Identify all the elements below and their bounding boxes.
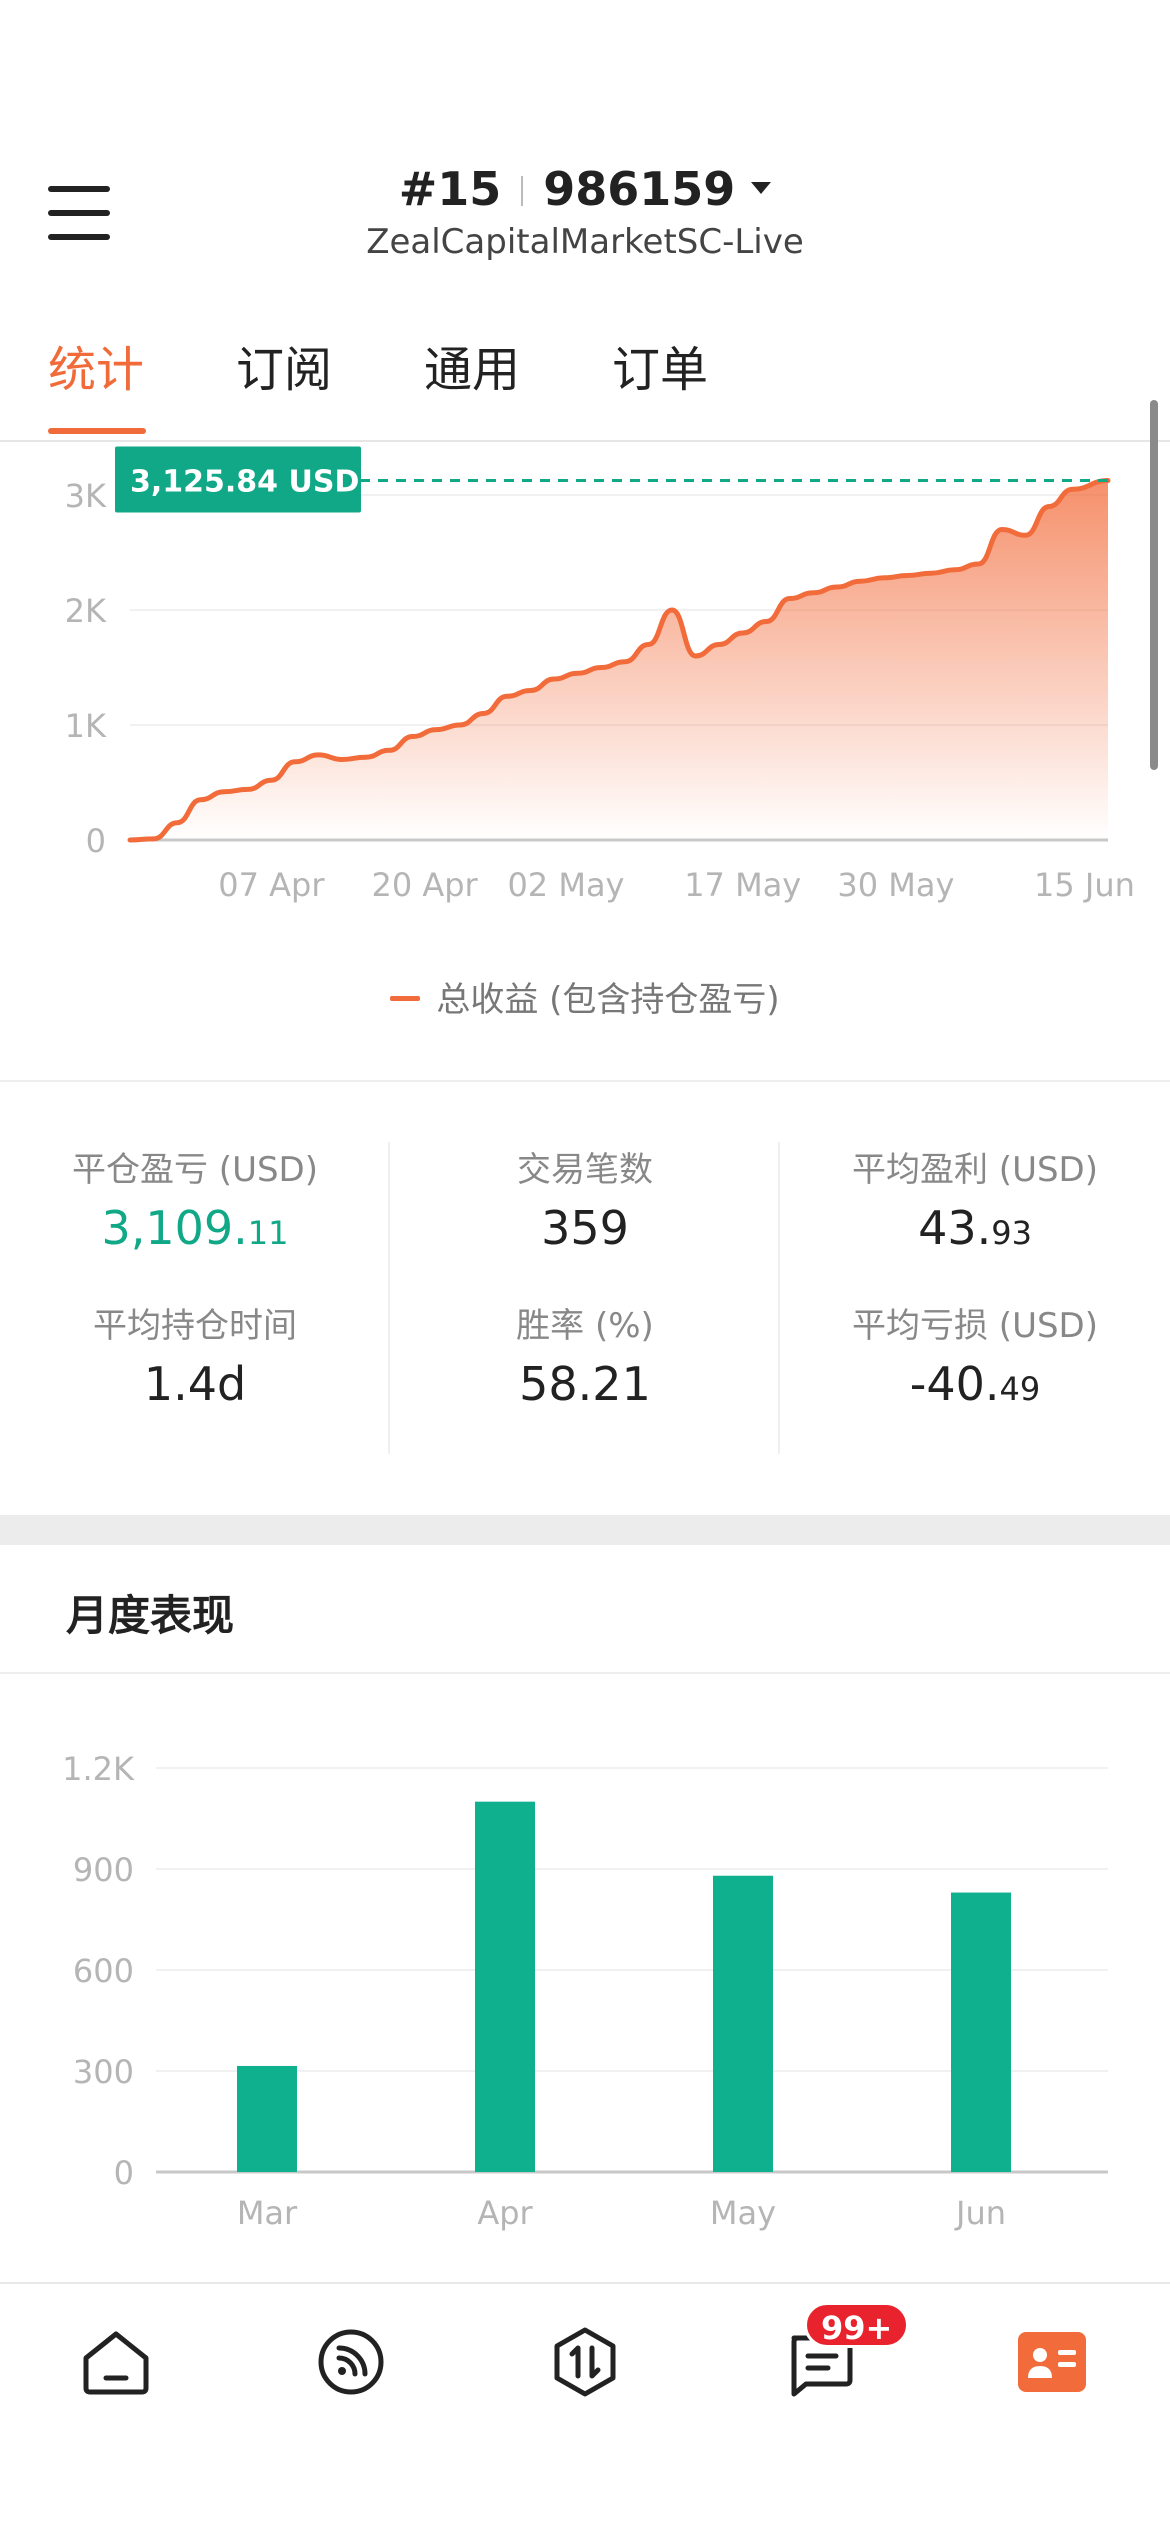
monthly-bar-chart: 0 300 600 900 1.2K Mar Apr May Jun <box>62 1750 1108 2232</box>
y-tick-label: 2K <box>65 592 107 630</box>
stat-label: 平仓盈亏 (USD) <box>72 1150 318 1190</box>
server-name: ZealCapitalMarketSC-Live <box>366 222 804 262</box>
account-selector[interactable]: #15 986159 <box>0 162 1170 216</box>
stat-avg-hold-time: 平均持仓时间 1.4d <box>0 1298 390 1411</box>
stat-closed-pnl: 平仓盈亏 (USD) 3,109.11 <box>0 1142 390 1255</box>
stat-value: 1.4d <box>143 1357 247 1411</box>
current-value-label: 3,125.84 USD <box>130 465 359 500</box>
account-number: #15 <box>398 162 502 216</box>
home-icon[interactable] <box>76 2322 156 2402</box>
stat-avg-loss: 平均亏损 (USD) -40.49 <box>780 1298 1170 1411</box>
y-tick-label: 300 <box>73 2053 134 2091</box>
bar-may <box>713 1875 773 2172</box>
active-tab-indicator <box>48 428 146 434</box>
y-tick-label: 1K <box>65 707 107 745</box>
y-tick-label: 1.2K <box>62 1750 135 1788</box>
legend-swatch <box>390 996 421 1001</box>
x-tick-label: 20 Apr <box>371 866 478 904</box>
y-tick-label: 0 <box>86 822 106 860</box>
x-tick-label: May <box>710 2194 776 2232</box>
bottom-nav <box>0 2282 1170 2532</box>
account-separator <box>521 175 524 206</box>
x-tick-label: 30 May <box>837 866 954 904</box>
monthly-title: 月度表现 <box>66 1591 235 1640</box>
x-tick-label: Jun <box>954 2194 1006 2232</box>
bar-mar <box>237 2065 297 2172</box>
section-separator <box>0 1515 1170 1545</box>
caret-down-icon <box>751 181 772 194</box>
stat-value: 3,109.11 <box>101 1201 289 1255</box>
login-id: 986159 <box>543 162 736 216</box>
legend-label: 总收益 (包含持仓盈亏) <box>436 980 780 1020</box>
stat-label: 平均持仓时间 <box>93 1306 297 1346</box>
stat-win-rate: 胜率 (%) 58.21 <box>390 1298 780 1411</box>
stat-label: 交易笔数 <box>517 1150 653 1190</box>
y-tick-label: 900 <box>73 1851 134 1889</box>
x-tick-label: 17 May <box>684 866 801 904</box>
stat-trade-count: 交易笔数 359 <box>390 1142 780 1255</box>
bar-apr <box>475 1801 535 2172</box>
section-divider <box>0 1672 1170 1674</box>
stats-divider <box>778 1142 780 1454</box>
tab-bar: 统计 订阅 通用 订单 <box>0 290 1170 442</box>
x-tick-label: Apr <box>477 2194 533 2232</box>
stats-divider <box>388 1142 390 1454</box>
stat-value: -40.49 <box>909 1357 1041 1411</box>
section-divider <box>0 1080 1170 1082</box>
stat-value: 58.21 <box>519 1357 651 1411</box>
y-tick-label: 0 <box>114 2154 134 2192</box>
chart-legend: 总收益 (包含持仓盈亏) <box>0 972 1170 1021</box>
x-tick-label: 07 Apr <box>218 866 325 904</box>
stat-label: 平均亏损 (USD) <box>852 1306 1098 1346</box>
profile-card-icon[interactable] <box>1012 2322 1092 2402</box>
unread-badge: 99+ <box>804 2302 910 2348</box>
bar-jun <box>951 1892 1011 2172</box>
x-tick-label: Mar <box>237 2194 298 2232</box>
tab-subscribe[interactable]: 订阅 <box>236 330 332 400</box>
tab-orders[interactable]: 订单 <box>612 330 708 400</box>
stat-value: 43.93 <box>918 1201 1032 1255</box>
tab-statistics[interactable]: 统计 <box>48 330 144 400</box>
x-tick-label: 15 Jun <box>1034 866 1135 904</box>
trade-icon[interactable] <box>545 2322 625 2402</box>
x-tick-label: 02 May <box>507 866 624 904</box>
app-header: #15 986159 ZealCapitalMarketSC-Live <box>0 0 1170 290</box>
stat-label: 胜率 (%) <box>516 1306 654 1346</box>
stat-avg-profit: 平均盈利 (USD) 43.93 <box>780 1142 1170 1255</box>
y-tick-label: 600 <box>73 1952 134 1990</box>
stat-label: 平均盈利 (USD) <box>852 1150 1098 1190</box>
y-tick-label: 3K <box>65 477 107 515</box>
stat-value: 359 <box>541 1201 629 1255</box>
feed-icon[interactable] <box>311 2322 391 2402</box>
tab-general[interactable]: 通用 <box>424 330 520 400</box>
